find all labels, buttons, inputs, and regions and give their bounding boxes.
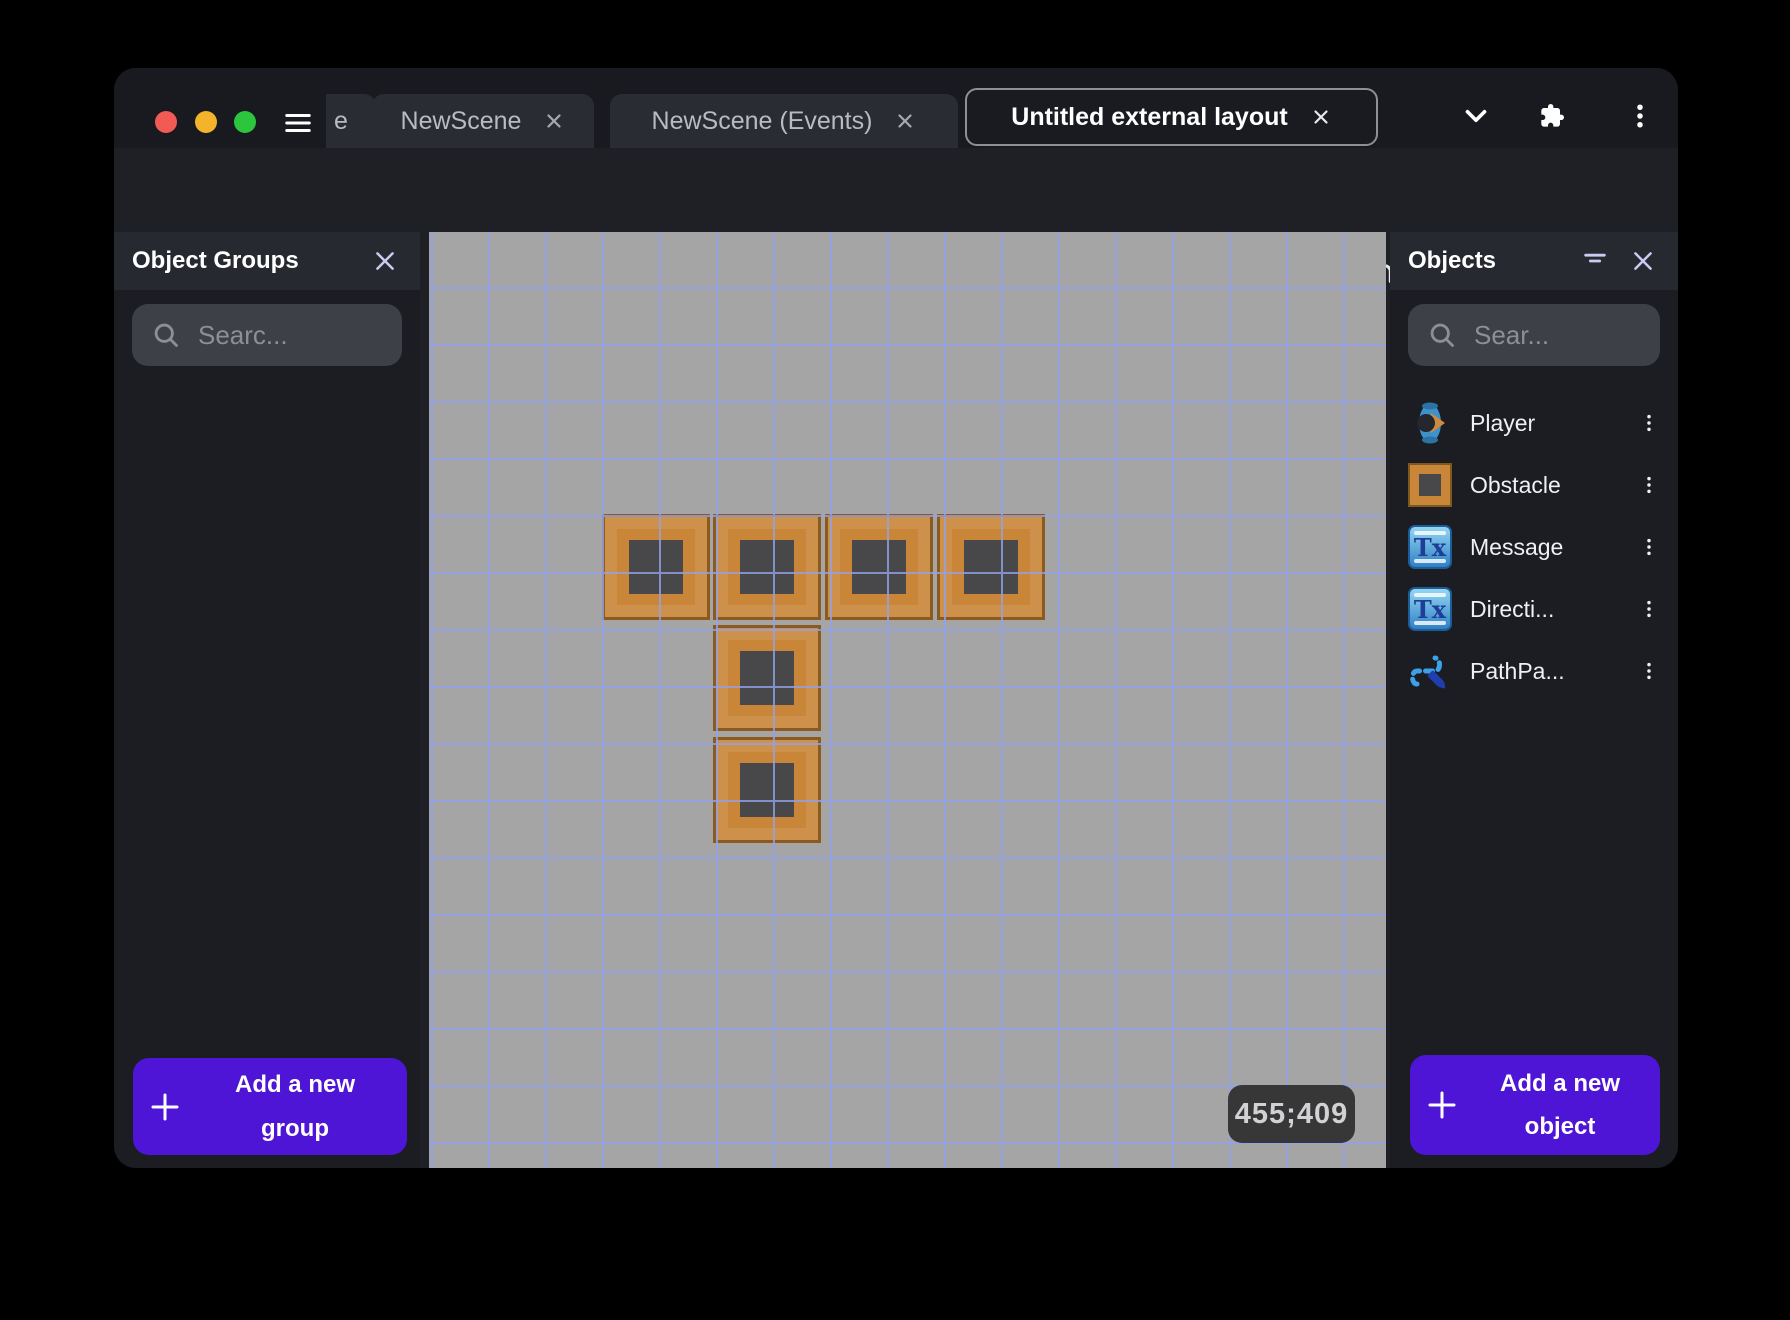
- filter-icon[interactable]: [1580, 246, 1610, 276]
- minimize-window-button[interactable]: [195, 111, 217, 133]
- object-row-obstacle[interactable]: Obstacle: [1390, 454, 1678, 516]
- tab-newscene[interactable]: NewScene: [372, 94, 594, 148]
- objects-header: Objects: [1390, 232, 1678, 290]
- close-icon[interactable]: [543, 110, 565, 132]
- object-groups-panel: Object Groups Searc... Add a new group: [114, 232, 420, 1168]
- canvas-grid: [429, 232, 1386, 1168]
- main-menu-icon[interactable]: [280, 108, 316, 138]
- scene-editor-canvas[interactable]: 455;409: [429, 232, 1386, 1168]
- close-window-button[interactable]: [155, 111, 177, 133]
- objects-list: Player Obstacle Tx Message Tx Directi...…: [1390, 392, 1678, 702]
- object-label: PathPa...: [1470, 657, 1565, 684]
- object-row-directions[interactable]: Tx Directi...: [1390, 578, 1678, 640]
- add-object-label: Add a new object: [1499, 1069, 1620, 1140]
- player-icon: [1406, 399, 1454, 447]
- object-menu-kebab-icon[interactable]: [1638, 594, 1660, 624]
- title-bar: e NewScene NewScene (Events) Untitled ex…: [114, 68, 1678, 148]
- text-object-icon: Tx: [1406, 585, 1454, 633]
- object-menu-kebab-icon[interactable]: [1638, 656, 1660, 686]
- obstacle-instance[interactable]: [825, 514, 933, 620]
- object-label: Message: [1470, 533, 1564, 560]
- obstacle-instance[interactable]: [602, 514, 710, 620]
- obstacle-instance[interactable]: [937, 514, 1045, 620]
- window-menu-kebab-icon[interactable]: [1622, 96, 1658, 136]
- search-icon: [154, 323, 178, 347]
- object-label: Player: [1470, 409, 1536, 436]
- add-group-button[interactable]: Add a new group: [133, 1058, 407, 1155]
- close-icon[interactable]: [1310, 106, 1332, 128]
- gdevelop-window: e NewScene NewScene (Events) Untitled ex…: [114, 68, 1678, 1168]
- toolbar: Preview Publish: [114, 148, 1678, 301]
- path-icon: [1406, 647, 1454, 695]
- search-icon: [1430, 323, 1454, 347]
- object-menu-kebab-icon[interactable]: [1638, 408, 1660, 438]
- objects-title: Objects: [1408, 247, 1497, 274]
- tab-label: Untitled external layout: [1011, 102, 1288, 131]
- object-groups-header: Object Groups: [114, 232, 420, 290]
- object-label: Obstacle: [1470, 471, 1561, 498]
- cursor-coordinates-badge: 455;409: [1228, 1085, 1355, 1143]
- object-groups-search-input[interactable]: [196, 318, 386, 352]
- close-icon[interactable]: [894, 110, 916, 132]
- add-group-label: Add a new group: [234, 1071, 355, 1142]
- close-object-groups-icon[interactable]: [370, 246, 400, 276]
- tab-newscene-events[interactable]: NewScene (Events): [610, 94, 958, 148]
- objects-search[interactable]: [1408, 304, 1660, 366]
- chevron-down-icon[interactable]: [1456, 96, 1496, 136]
- obstacle-instance[interactable]: [713, 737, 821, 843]
- tab-overflow-partial[interactable]: e: [326, 94, 376, 148]
- close-objects-icon[interactable]: [1628, 246, 1658, 276]
- object-label: Directi...: [1470, 595, 1555, 622]
- tab-label: NewScene (Events): [651, 106, 873, 135]
- obstacle-icon: [1406, 461, 1454, 509]
- object-menu-kebab-icon[interactable]: [1638, 470, 1660, 500]
- plus-icon: [1410, 1087, 1474, 1123]
- object-menu-kebab-icon[interactable]: [1638, 532, 1660, 562]
- obstacle-instance[interactable]: [713, 514, 821, 620]
- obstacle-instance[interactable]: [713, 625, 821, 731]
- extensions-puzzle-icon[interactable]: [1534, 98, 1570, 134]
- objects-panel: Objects Sear... Player Obstacle Tx Messa…: [1390, 232, 1678, 1168]
- object-row-message[interactable]: Tx Message: [1390, 516, 1678, 578]
- plus-icon: [133, 1089, 197, 1125]
- add-object-button[interactable]: Add a new object: [1410, 1055, 1660, 1155]
- object-row-player[interactable]: Player: [1390, 392, 1678, 454]
- screenshot-stage: e NewScene NewScene (Events) Untitled ex…: [0, 0, 1790, 1320]
- objects-search-input[interactable]: [1472, 318, 1644, 352]
- maximize-window-button[interactable]: [234, 111, 256, 133]
- object-row-pathpaint[interactable]: PathPa...: [1390, 640, 1678, 702]
- object-groups-title: Object Groups: [132, 247, 299, 274]
- object-groups-search[interactable]: [132, 304, 402, 366]
- tab-untitled-external-layout[interactable]: Untitled external layout: [965, 88, 1378, 146]
- text-object-icon: Tx: [1406, 523, 1454, 571]
- tab-label: NewScene: [400, 106, 522, 135]
